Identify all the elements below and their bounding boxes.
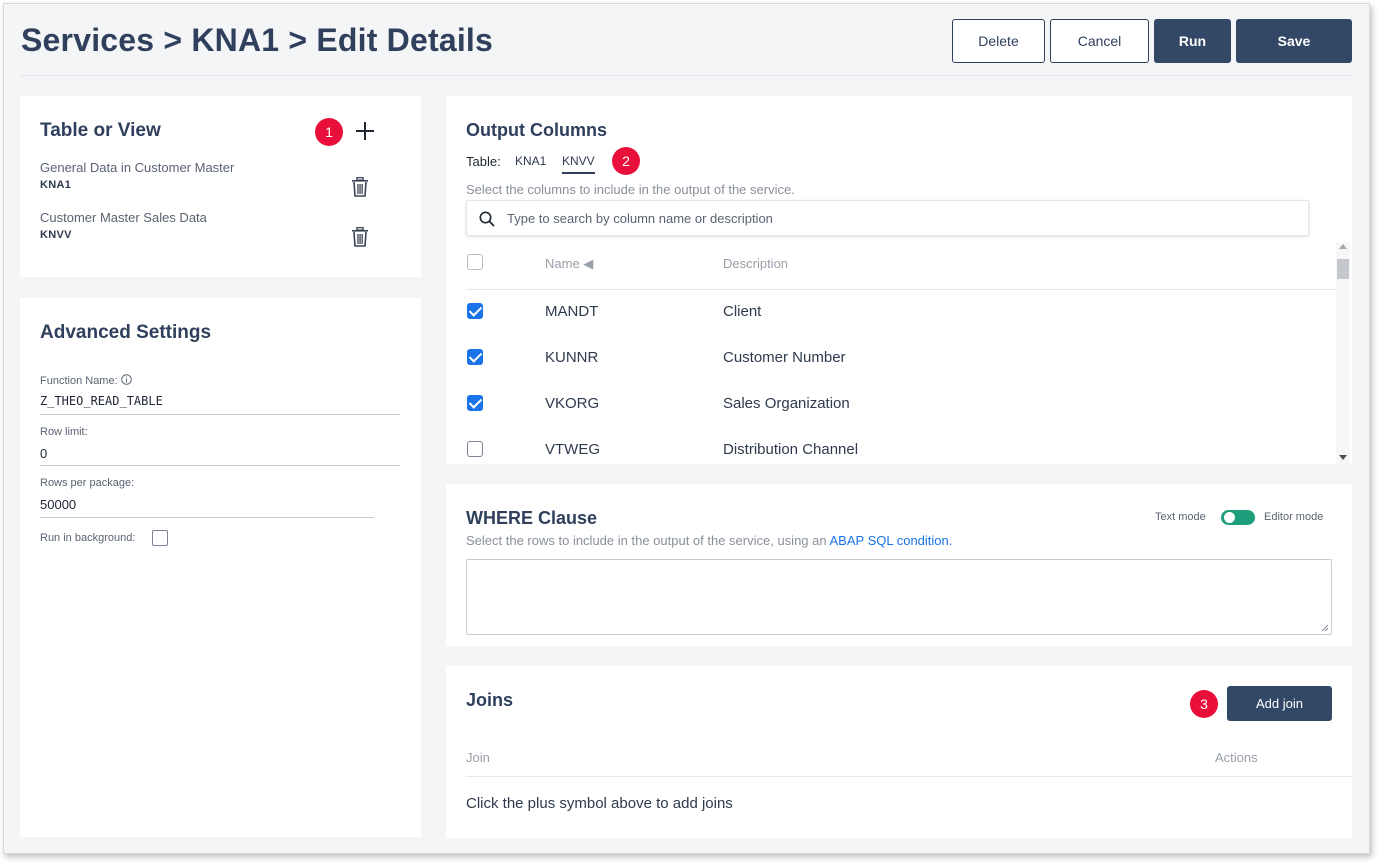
rows-per-package-underline [40,517,374,518]
text-mode-label: Text mode [1155,511,1206,523]
row-checkbox[interactable] [467,349,483,365]
function-name-label: Function Name: [40,374,132,387]
column-name: KUNNR [545,349,599,366]
toggle-knob [1224,512,1235,523]
scrollbar[interactable] [1336,242,1350,464]
table-or-view-card: Table or View 1 General Data in Customer… [20,96,421,277]
scroll-down-arrow[interactable] [1339,455,1347,460]
column-name: MANDT [545,303,599,320]
header-divider [21,75,1353,76]
table-item-name: KNVV [40,229,72,241]
trash-icon[interactable] [351,227,369,247]
callout-badge-1: 1 [315,118,343,146]
joins-empty-message: Click the plus symbol above to add joins [466,795,733,812]
mode-toggle[interactable] [1221,510,1255,525]
table-item-label: General Data in Customer Master [40,160,235,175]
table-or-view-title: Table or View [40,120,161,141]
output-columns-hint: Select the columns to include in the out… [466,182,795,197]
resize-handle-icon[interactable] [1321,624,1329,632]
scroll-up-arrow[interactable] [1339,244,1347,249]
save-button[interactable]: Save [1236,19,1352,63]
search-icon [479,211,495,227]
output-columns-title: Output Columns [466,120,607,140]
search-placeholder: Type to search by column name or descrip… [507,211,773,226]
row-limit-label: Row limit: [40,426,88,438]
page-title: Services > KNA1 > Edit Details [21,22,493,58]
function-name-field[interactable]: Z_THEO_READ_TABLE [40,394,163,408]
column-name: VKORG [545,395,600,412]
where-clause-title: WHERE Clause [466,508,598,528]
where-clause-card: WHERE Clause Text mode Editor mode Selec… [446,484,1352,646]
output-columns-card: Output Columns Table: KNA1 KNVV 2 Select… [446,96,1352,464]
joins-divider [466,776,1352,777]
callout-badge-2: 2 [612,147,640,175]
row-checkbox[interactable] [467,303,483,319]
actions-column-header: Actions [1215,750,1258,765]
joins-title: Joins [466,690,514,710]
run-button[interactable]: Run [1154,19,1231,63]
joins-card: Joins 3 Add join Join Actions Click the … [446,666,1352,838]
tab-knvv[interactable]: KNVV [562,154,595,174]
column-description: Sales Organization [723,395,850,412]
column-description: Client [723,303,762,320]
row-limit-field[interactable]: 0 [40,446,47,461]
header-divider [466,289,1336,290]
editor-mode-label: Editor mode [1264,511,1324,523]
rows-per-package-label: Rows per package: [40,477,135,489]
row-checkbox[interactable] [467,441,483,457]
row-limit-underline [40,465,400,466]
run-in-background-label: Run in background: [40,532,136,544]
where-clause-textarea[interactable] [466,559,1332,635]
join-column-header: Join [466,750,490,765]
column-name: VTWEG [545,441,600,458]
description-column-header: Description [723,256,789,271]
abap-sql-link[interactable]: ABAP SQL condition. [830,533,953,548]
rows-per-package-field[interactable]: 50000 [40,497,76,512]
scrollbar-thumb[interactable] [1337,259,1349,279]
advanced-settings-title: Advanced Settings [40,322,212,343]
app-window: Services > KNA1 > Edit Details Delete Ca… [3,3,1370,854]
name-column-header[interactable]: Name ◀ [545,256,593,272]
trash-icon[interactable] [351,177,369,197]
advanced-settings-card: Advanced Settings Function Name: Z_THEO_… [20,298,421,837]
plus-icon[interactable] [356,122,374,140]
info-icon [120,374,132,385]
where-hint: Select the rows to include in the output… [466,533,953,548]
table-item-label: Customer Master Sales Data [40,210,207,225]
delete-button[interactable]: Delete [952,19,1045,63]
tab-kna1[interactable]: KNA1 [515,154,546,168]
function-name-underline [40,414,400,415]
column-search-box[interactable]: Type to search by column name or descrip… [466,200,1309,236]
callout-badge-3: 3 [1190,690,1218,718]
row-checkbox[interactable] [467,395,483,411]
add-join-button[interactable]: Add join [1227,686,1332,721]
column-description: Distribution Channel [723,441,859,458]
table-label: Table: [466,154,501,169]
table-item-name: KNA1 [40,179,72,191]
run-in-background-checkbox[interactable] [152,530,168,546]
select-all-checkbox[interactable] [467,254,483,270]
column-description: Customer Number [723,349,846,366]
cancel-button[interactable]: Cancel [1050,19,1149,63]
